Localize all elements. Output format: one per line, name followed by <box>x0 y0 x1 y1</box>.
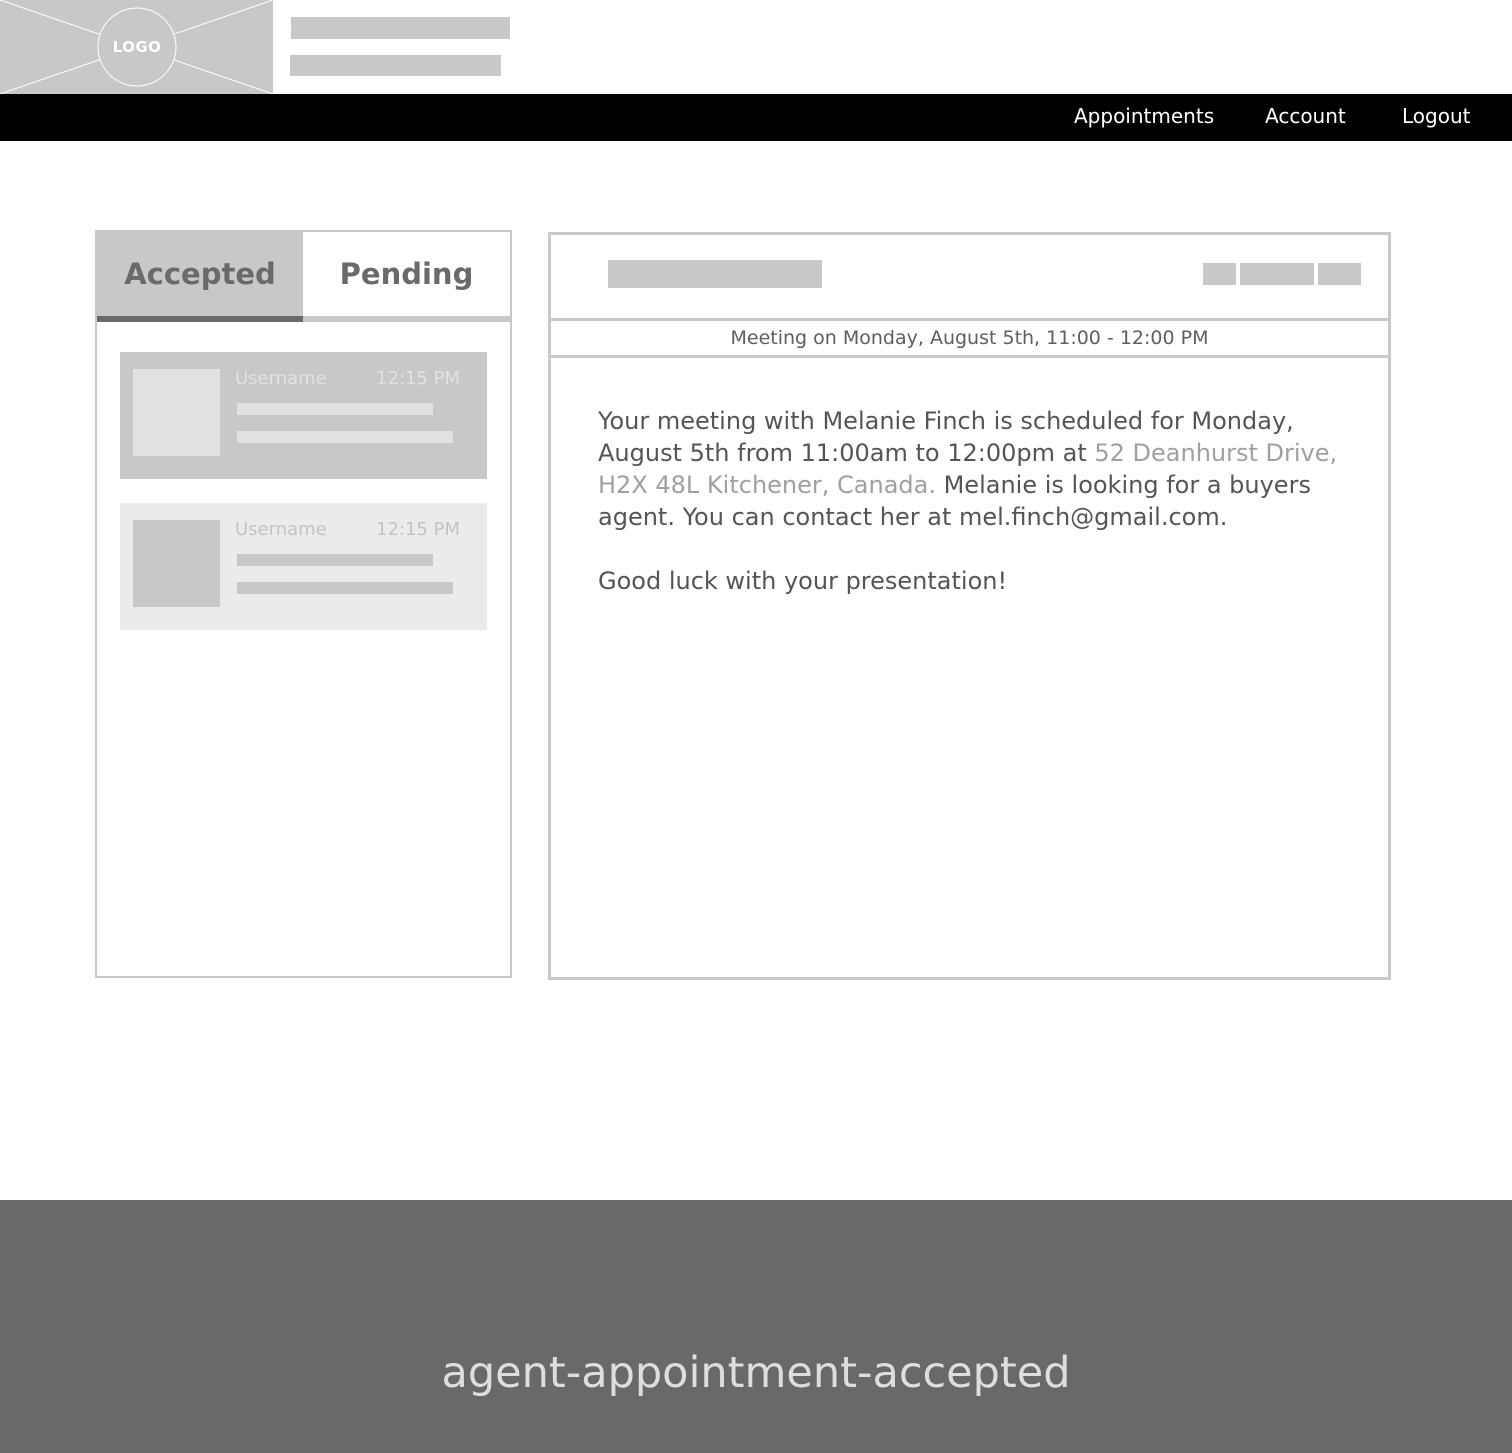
detail-title-placeholder <box>608 260 822 288</box>
detail-action-button[interactable] <box>1318 263 1361 285</box>
tab-accepted[interactable]: Accepted <box>97 232 303 316</box>
appointment-list-item[interactable]: Username 12:15 PM <box>120 352 487 479</box>
main-navbar: Appointments Account Logout <box>0 94 1512 141</box>
logo[interactable]: LOGO <box>0 0 273 94</box>
list-item-preview-line <box>237 403 433 415</box>
appointment-detail-panel: Meeting on Monday, August 5th, 11:00 - 1… <box>548 232 1391 980</box>
footer: agent-appointment-accepted <box>0 1200 1512 1453</box>
list-item-preview-line <box>237 582 453 594</box>
active-tab-indicator <box>97 316 303 322</box>
avatar <box>133 520 220 607</box>
nav-link-logout[interactable]: Logout <box>1402 94 1470 141</box>
avatar <box>133 369 220 456</box>
meeting-closing: Good luck with your presentation! <box>598 567 1008 595</box>
detail-action-button[interactable] <box>1203 263 1236 285</box>
appointment-list-item[interactable]: Username 12:15 PM <box>120 503 487 630</box>
meeting-subheader: Meeting on Monday, August 5th, 11:00 - 1… <box>551 318 1388 358</box>
nav-link-account[interactable]: Account <box>1265 94 1346 141</box>
meeting-message: Your meeting with Melanie Finch is sched… <box>598 405 1338 533</box>
site-title-placeholder <box>291 17 510 39</box>
list-item-username: Username <box>235 368 327 389</box>
site-subtitle-placeholder <box>290 55 501 76</box>
screen-name-label: agent-appointment-accepted <box>441 1348 1071 1398</box>
tab-pending[interactable]: Pending <box>303 232 510 316</box>
list-item-preview-line <box>237 431 453 443</box>
nav-link-appointments[interactable]: Appointments <box>1074 94 1214 141</box>
tab-underline <box>303 316 510 322</box>
appointment-list-panel: Accepted Pending Username 12:15 PM Usern… <box>95 230 512 978</box>
detail-action-button[interactable] <box>1240 263 1314 285</box>
list-item-time: 12:15 PM <box>376 519 460 540</box>
list-item-preview-line <box>237 554 433 566</box>
logo-text: LOGO <box>112 38 162 56</box>
list-item-username: Username <box>235 519 327 540</box>
list-item-time: 12:15 PM <box>376 368 460 389</box>
